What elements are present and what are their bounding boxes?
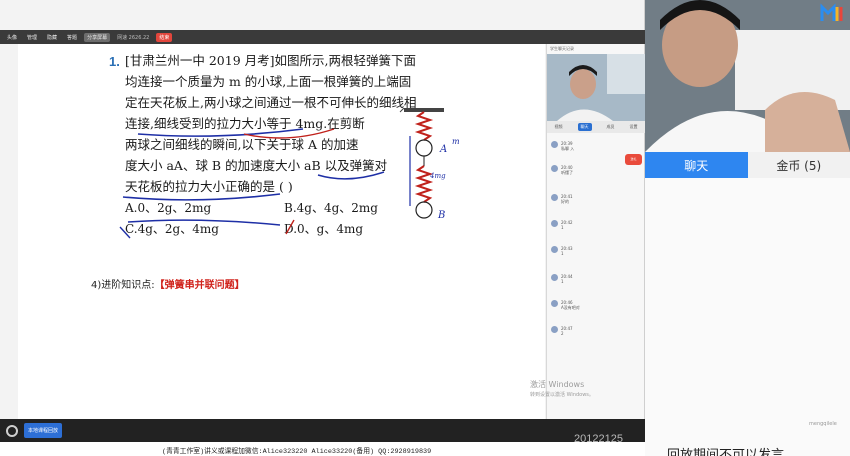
chat-message: 20:41 好的	[551, 194, 643, 208]
tab-coins[interactable]: 金币 (5)	[747, 152, 850, 178]
knowledge-point-highlight: 【弹簧串并联问题】	[154, 280, 245, 291]
settings-icon[interactable]	[6, 424, 18, 437]
tab-members[interactable]: 成员	[607, 124, 615, 130]
knowledge-point: 4)进阶知识点:【弹簧串并联问题】	[91, 276, 245, 291]
status-bar: 本地课程回放	[0, 419, 645, 442]
tab-settings[interactable]: 设置	[630, 124, 638, 130]
user-watermark: mengqilele	[809, 421, 837, 427]
label-b: B	[437, 210, 445, 221]
toolbar-item-avatar[interactable]: 头像	[4, 33, 20, 42]
toolbar-item-manage[interactable]: 管理	[24, 33, 40, 42]
toolbar-item-hide[interactable]: 隐藏	[44, 33, 60, 42]
toolbar-item-answer[interactable]: 答题	[64, 33, 80, 42]
avatar	[551, 274, 558, 281]
chat-message-text: 20:43 1	[561, 246, 573, 256]
spring-diagram: A m 4mg B	[399, 107, 460, 221]
avatar	[551, 141, 558, 148]
chat-column-header: 学生聊天记录	[550, 46, 574, 51]
end-button[interactable]: 结束	[156, 32, 173, 42]
playback-notice: 回放期间不可以发言	[667, 448, 785, 456]
watermark-line-1: 激活 Windows	[530, 380, 585, 389]
lecture-slide: 1. [甘肃兰州一中 2019 月考]如图所示,两根轻弹簧下面 均连接一个质量为…	[18, 44, 545, 419]
chat-message-text: 20:41 好的	[561, 194, 573, 204]
chat-message-text: 20:39 私聊 入	[561, 141, 575, 151]
screen: 头像 管理 隐藏 答题 分享屏幕 网速 2626.22 结束 1. [甘肃兰州一…	[0, 0, 850, 456]
chat-message-text: 20:44 1	[561, 274, 573, 284]
toolbar-item-share-screen[interactable]: 分享屏幕	[84, 32, 111, 42]
lecture-window: 头像 管理 隐藏 答题 分享屏幕 网速 2626.22 结束 1. [甘肃兰州一…	[0, 0, 645, 442]
label-a: A	[439, 144, 447, 155]
tab-chat-main[interactable]: 聊天	[645, 152, 748, 178]
tab-video[interactable]: 视频	[555, 124, 563, 130]
label-4mg: 4mg	[429, 172, 446, 180]
chat-column-tabs: 视频 聊天 成员 设置	[547, 121, 645, 133]
chat-message: 20:40 听懂了	[551, 165, 643, 179]
chat-message: 20:47 2	[551, 326, 643, 340]
watermark-line-2: 转到设置以激活 Windows。	[530, 392, 594, 398]
gift-badge[interactable]: 送礼	[625, 154, 642, 165]
chat-message-text: 20:46 A没有吧对	[561, 300, 580, 310]
chat-message-text: 20:40 听懂了	[561, 165, 573, 175]
avatar	[551, 165, 558, 172]
footer-contact-text: (青青工作室)讲义或课程加微信:Alice323220 Alice33220(备…	[162, 448, 432, 456]
chat-message-text: 20:47 2	[561, 326, 573, 336]
chat-message: 20:39 私聊 入	[551, 141, 643, 155]
chat-message: 20:44 1	[551, 274, 643, 288]
teacher-camera-small	[547, 54, 645, 121]
tab-chat[interactable]: 聊天	[577, 123, 592, 131]
lecture-toolbar: 头像 管理 隐藏 答题 分享屏幕 网速 2626.22 结束	[0, 30, 645, 44]
avatar	[551, 246, 558, 253]
avatar	[551, 194, 558, 201]
windows-activation-watermark: 激活 Windows 转到设置以激活 Windows。	[530, 380, 594, 400]
network-speed: 网速 2626.22	[117, 34, 150, 41]
chat-message: 20:43 1	[551, 246, 643, 260]
label-m: m	[452, 137, 460, 146]
teacher-video-image	[547, 54, 645, 121]
chat-message: 20:46 A没有吧对	[551, 300, 643, 314]
avatar	[551, 326, 558, 333]
right-chat-body	[645, 178, 850, 456]
app-logo-icon	[820, 3, 843, 21]
avatar	[551, 300, 558, 307]
chat-message-text: 20:42 1	[561, 220, 573, 230]
chat-message: 20:42 1	[551, 220, 643, 234]
footer: (青青工作室)讲义或课程加微信:Alice323220 Alice33220(备…	[0, 433, 645, 456]
right-panel-tabs: 聊天 金币 (5)	[645, 152, 850, 178]
avatar	[551, 220, 558, 227]
chat-column: 学生聊天记录 视频 聊天 成员 设置 20:39 私聊 入 20:40 听懂了 …	[546, 44, 645, 437]
knowledge-point-prefix: 4)进阶知识点:	[91, 280, 155, 291]
playback-button[interactable]: 本地课程回放	[24, 423, 63, 438]
footer-date: 20122125	[574, 433, 623, 445]
